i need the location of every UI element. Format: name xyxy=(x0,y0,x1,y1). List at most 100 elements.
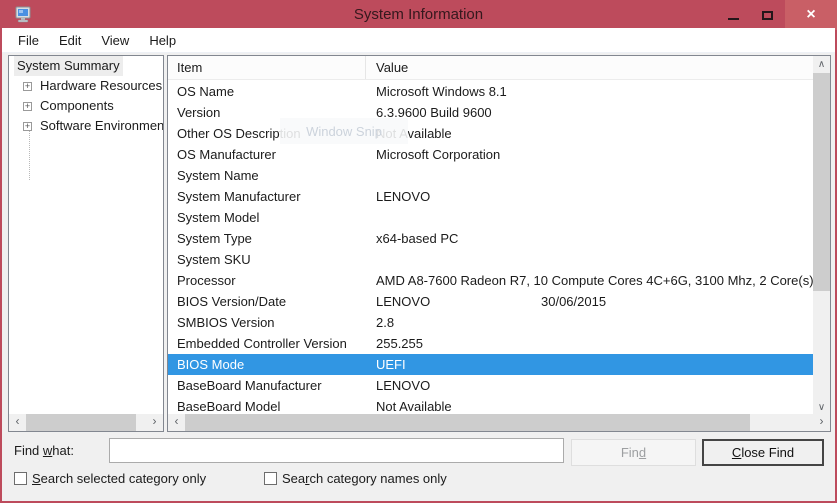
row-value-text: Not Available xyxy=(376,399,452,414)
search-selected-category-option[interactable]: Search selected category only xyxy=(14,471,206,486)
row-value-cell: Microsoft Corporation xyxy=(366,144,813,165)
details-vscroll-thumb[interactable] xyxy=(813,73,830,291)
row-item-cell: OS Manufacturer xyxy=(168,144,366,165)
category-tree-panel: System Summary + Hardware Resources + Co… xyxy=(8,55,164,432)
search-category-names-option[interactable]: Search category names only xyxy=(264,471,447,486)
row-value-text: Microsoft Corporation xyxy=(376,147,500,162)
table-row[interactable]: BaseBoard Manufacturer LENOVO xyxy=(168,375,813,396)
row-item-cell: System Model xyxy=(168,207,366,228)
row-value-cell: 2.8 xyxy=(366,312,813,333)
tree-item[interactable]: + Hardware Resources xyxy=(9,76,163,96)
table-row[interactable]: BIOS Mode UEFI xyxy=(168,354,813,375)
maximize-button[interactable] xyxy=(750,0,785,30)
table-row[interactable]: System Name xyxy=(168,165,813,186)
row-value-cell: Microsoft Windows 8.1 xyxy=(366,81,813,102)
row-value-text: 255.255 xyxy=(376,336,423,351)
details-panel: Item Value OS Name Microsoft Windows 8.1… xyxy=(167,55,831,432)
find-button[interactable]: Find xyxy=(571,439,696,466)
row-value-cell xyxy=(366,249,813,270)
table-row[interactable]: OS Manufacturer Microsoft Corporation xyxy=(168,144,813,165)
details-hscroll-thumb[interactable] xyxy=(185,414,750,431)
system-information-window: System Information × File Edit View Help… xyxy=(0,0,837,503)
menu-help[interactable]: Help xyxy=(139,29,186,52)
search-options-row: Search selected category only Search cat… xyxy=(2,469,835,497)
table-row[interactable]: System Model xyxy=(168,207,813,228)
table-row[interactable]: Embedded Controller Version 255.255 xyxy=(168,333,813,354)
column-header-item[interactable]: Item xyxy=(168,56,366,79)
row-value-cell xyxy=(366,165,813,186)
tree-horizontal-scrollbar[interactable]: ‹ › xyxy=(9,414,163,431)
menu-view[interactable]: View xyxy=(91,29,139,52)
table-row[interactable]: Processor AMD A8-7600 Radeon R7, 10 Comp… xyxy=(168,270,813,291)
scroll-up-icon[interactable]: ∧ xyxy=(813,56,830,73)
minimize-button[interactable] xyxy=(716,0,750,30)
table-row[interactable]: Version 6.3.9600 Build 9600 xyxy=(168,102,813,123)
expand-plus-icon[interactable]: + xyxy=(23,102,32,111)
table-row[interactable]: BIOS Version/Date LENOVO30/06/2015 xyxy=(168,291,813,312)
row-item-cell: Embedded Controller Version xyxy=(168,333,366,354)
tree-item[interactable]: + Components xyxy=(9,96,163,116)
row-value-text: LENOVO xyxy=(376,378,430,393)
row-value-cell: LENOVO xyxy=(366,375,813,396)
tree-item[interactable]: + Software Environment xyxy=(9,116,163,136)
tree-item-label: Hardware Resources xyxy=(37,76,163,96)
menu-edit[interactable]: Edit xyxy=(49,29,91,52)
tree-item[interactable]: System Summary xyxy=(9,56,163,76)
find-input[interactable] xyxy=(109,438,564,463)
row-item-cell: BIOS Version/Date xyxy=(168,291,366,312)
row-value-text: LENOVO xyxy=(376,189,430,204)
row-value-cell xyxy=(366,207,813,228)
row-value-secondary-text: 30/06/2015 xyxy=(541,291,606,312)
scroll-right-icon[interactable]: › xyxy=(146,414,163,431)
search-selected-category-label: Search selected category only xyxy=(32,471,206,486)
details-vertical-scrollbar[interactable]: ∧ ∨ xyxy=(813,56,830,416)
table-row[interactable]: System SKU xyxy=(168,249,813,270)
close-find-button[interactable]: Close Find xyxy=(702,439,824,466)
row-value-cell: Not Available xyxy=(366,123,813,144)
scroll-right-icon[interactable]: › xyxy=(813,414,830,431)
maximize-icon xyxy=(762,11,773,20)
row-value-text: UEFI xyxy=(376,357,406,372)
expand-plus-icon[interactable]: + xyxy=(23,82,32,91)
window-snip-ghost-text: Window Snip xyxy=(306,124,382,139)
menu-bar: File Edit View Help xyxy=(2,28,835,53)
table-row[interactable]: SMBIOS Version 2.8 xyxy=(168,312,813,333)
row-value-text: Microsoft Windows 8.1 xyxy=(376,84,507,99)
table-row[interactable]: System Type x64-based PC xyxy=(168,228,813,249)
close-button[interactable]: × xyxy=(785,0,837,30)
row-value-cell: LENOVO xyxy=(366,186,813,207)
row-value-cell: x64-based PC xyxy=(366,228,813,249)
close-icon: × xyxy=(806,7,815,23)
menu-file[interactable]: File xyxy=(8,29,49,52)
find-what-label: Find what: xyxy=(14,443,74,458)
window-controls: × xyxy=(716,0,837,30)
scroll-left-icon[interactable]: ‹ xyxy=(168,414,185,431)
row-item-cell: System Manufacturer xyxy=(168,186,366,207)
tree-hscroll-thumb[interactable] xyxy=(26,414,136,431)
details-table: OS Name Microsoft Windows 8.1 Version 6.… xyxy=(168,81,813,417)
search-category-names-checkbox[interactable] xyxy=(264,472,277,485)
table-row[interactable]: Other OS Description Not Available xyxy=(168,123,813,144)
table-row[interactable]: OS Name Microsoft Windows 8.1 xyxy=(168,81,813,102)
find-bar: Find what: Find Close Find xyxy=(2,433,835,469)
row-item-cell: System Type xyxy=(168,228,366,249)
row-value-text: 2.8 xyxy=(376,315,394,330)
details-horizontal-scrollbar[interactable]: ‹ › xyxy=(168,414,830,431)
scroll-left-icon[interactable]: ‹ xyxy=(9,414,26,431)
row-item-cell: OS Name xyxy=(168,81,366,102)
window-snip-ghost-overlay: Window Snip xyxy=(280,118,408,144)
expand-plus-icon[interactable]: + xyxy=(23,122,32,131)
category-tree: System Summary + Hardware Resources + Co… xyxy=(9,56,163,414)
table-row[interactable]: System Manufacturer LENOVO xyxy=(168,186,813,207)
column-header-value[interactable]: Value xyxy=(366,56,813,79)
row-value-cell: AMD A8-7600 Radeon R7, 10 Compute Cores … xyxy=(366,270,813,291)
main-content: System Summary + Hardware Resources + Co… xyxy=(2,53,835,433)
row-value-text: AMD A8-7600 Radeon R7, 10 Compute Cores … xyxy=(376,273,813,288)
search-selected-category-checkbox[interactable] xyxy=(14,472,27,485)
title-bar[interactable]: System Information × xyxy=(0,0,837,30)
window-title: System Information xyxy=(0,6,837,23)
row-value-cell: LENOVO30/06/2015 xyxy=(366,291,813,312)
tree-item-label: Components xyxy=(37,96,117,116)
row-item-cell: Processor xyxy=(168,270,366,291)
search-category-names-label: Search category names only xyxy=(282,471,447,486)
